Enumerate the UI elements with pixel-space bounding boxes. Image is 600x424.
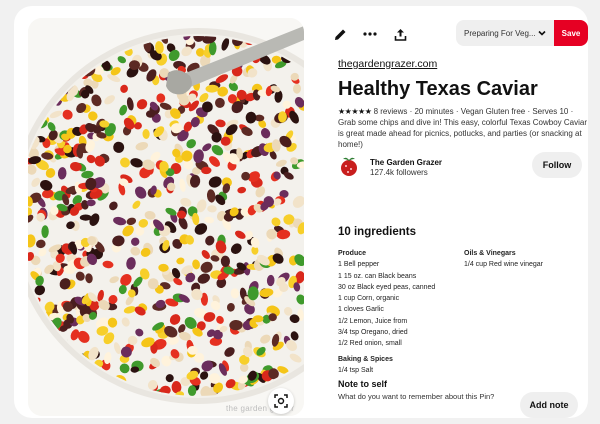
ingredient-group-oils: Oils & Vinegars [464,250,516,257]
ingredients-col-left: Produce 1 Bell pepper 1 15 oz. can Black… [338,248,458,376]
creator-row: The Garden Grazer 127.4k followers Follo… [338,152,588,182]
pin-card: the garden grazer Preparing For Veg... S… [14,6,588,418]
pin-details: Preparing For Veg... Save thegardengraze… [324,6,588,418]
pin-title: Healthy Texas Caviar [338,78,538,100]
creator-followers: 127.4k followers [370,168,428,177]
creator-avatar[interactable] [338,156,360,178]
ingredient-item: 1/2 Red onion, small [338,340,402,348]
creator-name[interactable]: The Garden Grazer [370,158,442,167]
add-note-button[interactable]: Add note [520,392,578,418]
rating-stars: ★★★★★ [338,107,372,116]
more-horizontal-icon[interactable] [360,24,380,44]
ingredient-item: 1 Bell pepper [338,261,380,269]
ingredient-item: 1/4 tsp Salt [338,366,374,374]
ingredients-col-right: Oils & Vinegars 1/4 cup Red wine vinegar [464,248,584,271]
ingredient-item: 1 cup Corn, organic [338,295,400,303]
pin-meta-text: 8 reviews · 20 minutes · Vegan Gluten fr… [338,107,588,149]
bean-salad-photo [28,18,304,416]
board-select[interactable]: Preparing For Veg... [456,20,554,46]
ingredient-group-baking: Baking & Spices [338,355,393,363]
pin-description: ★★★★★ 8 reviews · 20 minutes · Vegan Glu… [338,106,588,150]
board-select-label: Preparing For Veg... [464,28,536,38]
share-upload-icon[interactable] [390,24,410,44]
ingredient-item: 3/4 tsp Oregano, dried [338,329,408,337]
ingredients-title: 10 ingredients [338,226,416,238]
ingredient-item: 1 cloves Garlic [338,306,384,314]
save-button[interactable]: Save [554,20,588,46]
source-link[interactable]: thegardengrazer.com [338,58,437,70]
ingredient-item: 1 15 oz. can Black beans [338,272,417,280]
pin-toolbar: Preparing For Veg... Save [324,20,588,46]
ingredient-item: 1/2 Lemon, Juice from [338,317,408,325]
ingredient-item: 1/4 cup Red wine vinegar [464,261,543,269]
pencil-icon[interactable] [330,24,350,44]
ingredient-group-produce: Produce [338,250,367,257]
chevron-down-icon [538,30,546,36]
lens-icon [274,394,288,408]
visual-search-button[interactable] [268,388,294,414]
ingredient-item: 30 oz Black eyed peas, canned [338,283,436,291]
note-prompt: What do you want to remember about this … [338,392,495,401]
follow-button[interactable]: Follow [532,152,582,178]
pin-image[interactable]: the garden grazer [28,18,304,416]
note-title: Note to self [338,379,388,389]
